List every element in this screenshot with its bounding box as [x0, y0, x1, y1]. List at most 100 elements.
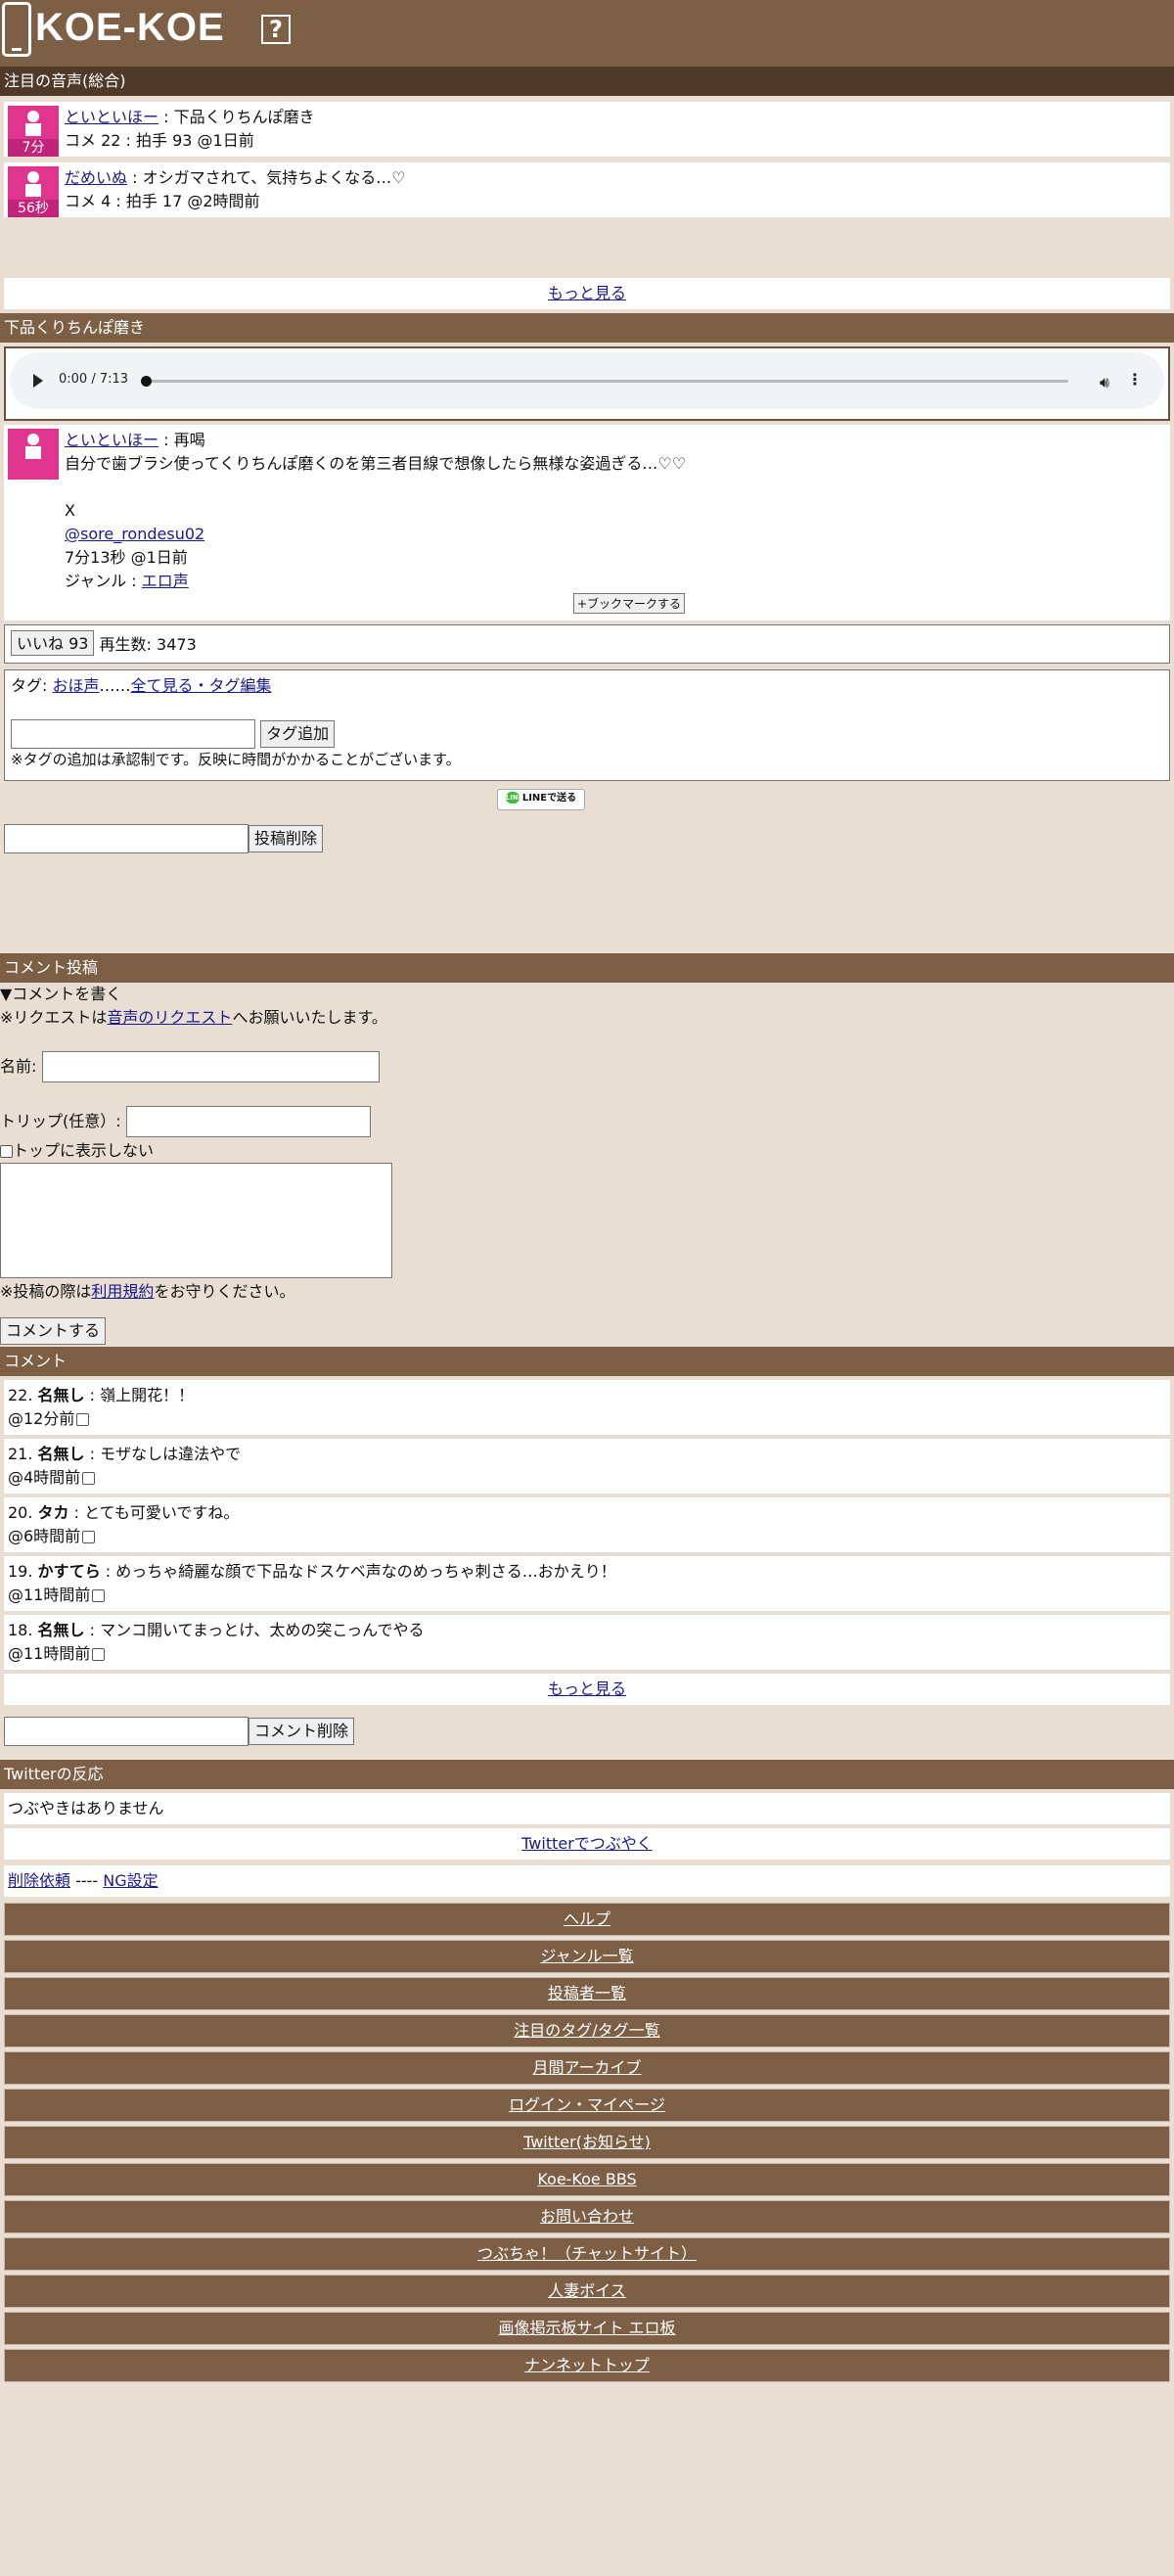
progress-handle[interactable]	[141, 376, 152, 387]
delete-post-button[interactable]: 投稿削除	[248, 825, 324, 852]
post-description: 自分で歯ブラシ使ってくりちんぽ磨くのを第三者目線で想像したら無様な姿過ぎる…♡♡	[65, 454, 687, 473]
play-count: 再生数: 3473	[99, 635, 197, 654]
comment-number: 19.	[8, 1562, 33, 1581]
comment-author: 名無し	[37, 1445, 85, 1463]
comment-checkbox[interactable]	[82, 1531, 96, 1543]
more-comments-link[interactable]: もっと見る	[548, 1679, 626, 1698]
genre-link[interactable]: エロ声	[142, 572, 189, 590]
trip-label: トリップ(任意）:	[0, 1112, 121, 1130]
line-share-button[interactable]: LINELINEで送る	[497, 789, 585, 810]
line-icon: LINE	[505, 792, 523, 804]
ng-settings-link[interactable]: NG設定	[103, 1871, 158, 1890]
nav-link[interactable]: ヘルプ	[564, 1909, 610, 1928]
featured-meta: コメ 4 : 拍手 17 @2時間前	[65, 192, 260, 210]
nav-link[interactable]: 人妻ボイス	[548, 2281, 626, 2300]
post-detail: といといほー : 再喝 自分で歯ブラシ使ってくりちんぽ磨くのを第三者目線で想像し…	[4, 425, 1170, 621]
nav-link[interactable]: Twitter(お知らせ)	[523, 2133, 651, 2151]
request-suffix: へお願いいたします。	[232, 1008, 387, 1027]
comment-item: 21. 名無し : モザなしは違法やで @4時間前	[4, 1439, 1170, 1494]
audio-player: 0:00 / 7:13 🔊︎ ⋮	[10, 352, 1164, 409]
comment-toggle[interactable]: ▼コメントを書く	[0, 983, 1174, 1006]
request-link[interactable]: 音声のリクエスト	[107, 1008, 232, 1027]
tag-link[interactable]: おほ声	[52, 676, 99, 695]
comment-checkbox[interactable]	[92, 1589, 106, 1602]
nav-link[interactable]: Koe-Koe BBS	[537, 2170, 636, 2188]
site-logo[interactable]: KOE-KOE	[35, 6, 225, 50]
phone-logo-icon[interactable]	[2, 2, 31, 57]
nav-link[interactable]: つぶちゃ！（チャットサイト）	[477, 2244, 697, 2263]
like-button[interactable]: いいね 93	[11, 630, 95, 656]
comment-text: : 嶺上開花！！	[84, 1386, 195, 1404]
tweet-link[interactable]: Twitterでつぶやく	[521, 1834, 653, 1853]
like-box: いいね 93 再生数: 3473	[4, 624, 1170, 664]
hide-top-checkbox[interactable]	[0, 1145, 13, 1158]
terms-link[interactable]: 利用規約	[91, 1282, 154, 1301]
comment-author: 名無し	[37, 1386, 85, 1404]
comment-item: 22. 名無し : 嶺上開花！！ @12分前	[4, 1380, 1170, 1435]
comment-author: タカ	[37, 1503, 69, 1522]
tag-label: タグ:	[11, 676, 53, 695]
avatar-icon[interactable]	[8, 429, 59, 480]
play-icon[interactable]	[33, 374, 43, 388]
comment-checkbox[interactable]	[76, 1413, 90, 1426]
post-title-bar: 下品くりちんぽ磨き	[0, 313, 1174, 343]
bookmark-button[interactable]: +ブックマークする	[573, 593, 686, 614]
name-input[interactable]	[41, 1051, 380, 1082]
genre-label: ジャンル :	[65, 572, 142, 590]
nav-link[interactable]: ログイン・マイページ	[509, 2095, 665, 2114]
tag-box: タグ: おほ声……全て見る・タグ編集 タグ追加 ※タグの追加は承認制です。反映に…	[4, 669, 1170, 781]
nav-link[interactable]: ナンネットトップ	[524, 2356, 650, 2374]
nav-genres: ジャンル一覧	[4, 1940, 1170, 1973]
avatar-icon[interactable]: 7分	[8, 106, 59, 157]
nav-help: ヘルプ	[4, 1903, 1170, 1936]
nav-twitter: Twitter(お知らせ)	[4, 2126, 1170, 2159]
comment-item: 20. タカ : とても可愛いですね。 @6時間前	[4, 1497, 1170, 1552]
nav-link[interactable]: 注目のタグ/タグ一覧	[514, 2021, 659, 2040]
nav-nannet: ナンネットトップ	[4, 2349, 1170, 2382]
delete-comment-button[interactable]: コメント削除	[248, 1718, 355, 1745]
nav-voice: 人妻ボイス	[4, 2275, 1170, 2308]
featured-item: 7分 といといほー : 下品くりちんぽ磨き コメ 22 : 拍手 93 @1日前	[4, 102, 1170, 157]
comment-checkbox[interactable]	[82, 1472, 96, 1485]
progress-track[interactable]	[145, 380, 1068, 383]
author-link[interactable]: といといほー	[65, 431, 158, 449]
featured-user-link[interactable]: といといほー	[65, 108, 158, 126]
nav-link[interactable]: 画像掲示板サイト エロ板	[498, 2319, 675, 2337]
delete-key-input[interactable]	[4, 824, 248, 853]
nav-link[interactable]: ジャンル一覧	[540, 1947, 633, 1965]
trip-input[interactable]	[125, 1106, 371, 1137]
more-link[interactable]: もっと見る	[548, 284, 626, 302]
comment-item: 18. 名無し : マンコ開いてまっとけ、太めの突こっんでやる @11時間前	[4, 1615, 1170, 1670]
delete-comment-key-input[interactable]	[4, 1717, 248, 1746]
delete-comment-row: コメント削除	[4, 1717, 1170, 1746]
player-time: 0:00 / 7:13	[59, 372, 129, 387]
nav-link[interactable]: お問い合わせ	[540, 2207, 634, 2226]
separator: :	[158, 108, 174, 126]
avatar-icon[interactable]: 56秒	[8, 166, 59, 217]
comment-author: かすてら	[37, 1562, 101, 1581]
nav-tags: 注目のタグ/タグ一覧	[4, 2014, 1170, 2047]
submit-comment-button[interactable]: コメントする	[0, 1317, 107, 1345]
help-icon[interactable]: ?	[261, 15, 291, 44]
terms-text: ※投稿の際は	[0, 1282, 92, 1301]
comment-checkbox[interactable]	[92, 1648, 106, 1661]
comments-title: コメント	[0, 1347, 1174, 1376]
add-tag-button[interactable]: タグ追加	[260, 720, 336, 748]
featured-user-link[interactable]: だめいぬ	[65, 168, 127, 187]
nav-link[interactable]: 投稿者一覧	[548, 1984, 626, 2002]
featured-section-title: 注目の音声(総合)	[0, 67, 1174, 96]
x-handle-link[interactable]: @sore_rondesu02	[65, 525, 204, 543]
author-suffix: : 再喝	[158, 431, 205, 449]
tag-input[interactable]	[11, 719, 255, 749]
twitter-title: Twitterの反応	[0, 1760, 1174, 1789]
delete-request-link[interactable]: 削除依頼	[8, 1871, 70, 1890]
view-all-tags-link[interactable]: 全て見る・タグ編集	[131, 676, 272, 695]
avatar-duration: 7分	[8, 139, 59, 157]
comment-text: : モザなしは違法やで	[84, 1445, 242, 1463]
name-label: 名前:	[0, 1057, 37, 1076]
nav-chat: つぶちゃ！（チャットサイト）	[4, 2237, 1170, 2271]
more-options-icon[interactable]: ⋮	[1127, 370, 1143, 389]
nav-link[interactable]: 月間アーカイブ	[532, 2058, 641, 2077]
comment-textarea[interactable]	[0, 1163, 392, 1278]
volume-icon[interactable]: 🔊︎	[1100, 373, 1109, 392]
